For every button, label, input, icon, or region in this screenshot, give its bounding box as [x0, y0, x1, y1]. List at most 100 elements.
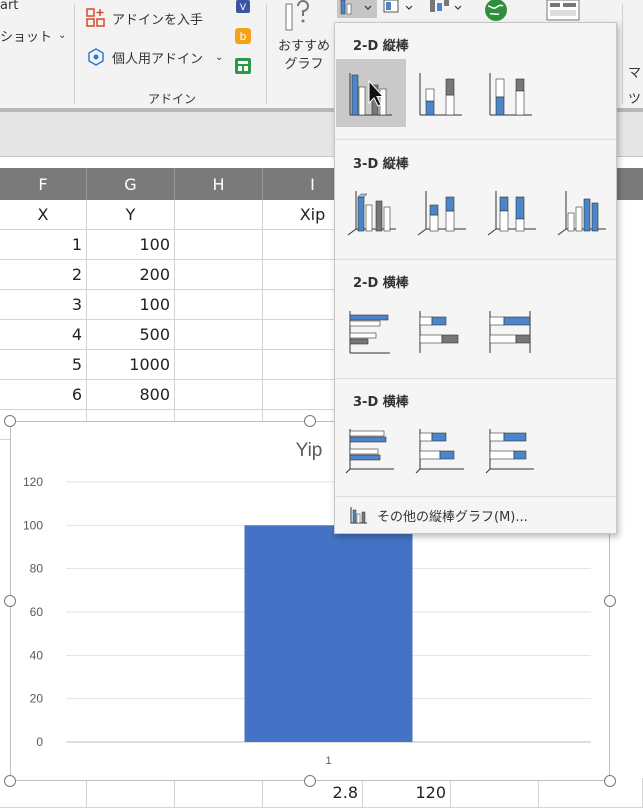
- resize-handle[interactable]: [4, 595, 16, 607]
- clustered-bar-icon: [349, 311, 390, 354]
- table-row[interactable]: 100: [87, 290, 175, 320]
- addins-group-label: アドイン: [148, 92, 197, 106]
- hierarchy-chart-button[interactable]: [382, 0, 418, 18]
- 100-stacked-column-option[interactable]: [476, 59, 546, 127]
- table-row[interactable]: [175, 350, 263, 380]
- clustered-column-icon: [349, 73, 392, 116]
- bing-icon[interactable]: b: [235, 28, 251, 44]
- table-row[interactable]: 1: [0, 230, 87, 260]
- get-addins-button[interactable]: アドインを入手: [86, 8, 203, 28]
- divider: [335, 378, 616, 379]
- table-row[interactable]: [175, 260, 263, 290]
- chevron-down-icon: ⌄: [58, 30, 67, 41]
- table-row[interactable]: [175, 778, 263, 808]
- table-row[interactable]: [451, 778, 539, 808]
- resize-handle[interactable]: [304, 415, 316, 427]
- chart-bar[interactable]: [244, 525, 413, 742]
- 3d-100-stacked-column-option[interactable]: [476, 177, 546, 245]
- table-row[interactable]: 5: [0, 350, 87, 380]
- y-tick-label: 0: [36, 735, 43, 749]
- divider: [335, 259, 616, 260]
- column-header-g[interactable]: G: [87, 168, 175, 200]
- people-graph-icon[interactable]: [235, 58, 251, 74]
- 3d-stacked-bar-option[interactable]: [406, 415, 476, 483]
- table-row[interactable]: 800: [87, 380, 175, 410]
- ribbon-separator: [622, 4, 623, 104]
- recommended-chart-icon: [285, 0, 309, 31]
- more-column-charts-label: その他の縦棒グラフ(M)...: [377, 509, 528, 525]
- table-row[interactable]: [175, 380, 263, 410]
- 3d-clustered-bar-option[interactable]: [336, 415, 406, 483]
- chevron-down-icon: ⌄: [215, 51, 224, 63]
- table-row[interactable]: 500: [87, 320, 175, 350]
- column-header-h[interactable]: H: [175, 168, 263, 200]
- column-chart-button[interactable]: [337, 0, 377, 18]
- my-addins-label: 個人用アドイン: [112, 51, 204, 67]
- y-tick-label: 120: [23, 475, 43, 489]
- 3d-clustered-bar-icon: [345, 429, 394, 474]
- table-row[interactable]: 120: [363, 778, 451, 808]
- resize-handle[interactable]: [4, 775, 16, 787]
- my-addins-button[interactable]: 個人用アドイン ⌄: [86, 47, 223, 67]
- section-2d-bar: 2-D 横棒: [353, 276, 409, 291]
- table-row[interactable]: [539, 778, 643, 808]
- resize-handle[interactable]: [4, 415, 16, 427]
- ribbon-partial-label: マ: [628, 66, 642, 81]
- hexagon-icon: [88, 48, 104, 66]
- table-row[interactable]: 100: [87, 230, 175, 260]
- screenshot-button[interactable]: ショット ⌄: [0, 26, 66, 45]
- x-tick-label: 1: [325, 755, 331, 767]
- cell-g-header[interactable]: Y: [87, 200, 175, 230]
- waterfall-chart-button[interactable]: [428, 0, 466, 18]
- 100-stacked-bar-option[interactable]: [476, 297, 546, 365]
- clustered-column-option[interactable]: [336, 59, 406, 127]
- stacked-column-option[interactable]: [406, 59, 476, 127]
- resize-handle[interactable]: [604, 595, 616, 607]
- 3d-column-option[interactable]: [546, 177, 616, 245]
- cell-h-header[interactable]: [175, 200, 263, 230]
- y-tick-label: 60: [30, 605, 44, 619]
- y-tick-label: 40: [30, 648, 44, 662]
- ribbon-partial-label: ツ: [628, 92, 642, 107]
- pivot-chart-icon[interactable]: [545, 0, 581, 22]
- table-row[interactable]: 200: [87, 260, 175, 290]
- more-column-charts-link[interactable]: その他の縦棒グラフ(M)...: [349, 505, 528, 525]
- table-row[interactable]: 1000: [87, 350, 175, 380]
- percent-stacked-bar-icon: [489, 311, 531, 353]
- table-row[interactable]: 4: [0, 320, 87, 350]
- y-tick-label: 80: [30, 562, 44, 576]
- 3d-clustered-column-option[interactable]: [336, 177, 406, 245]
- 3d-100-stacked-bar-option[interactable]: [476, 415, 546, 483]
- 3d-clustered-column-icon: [347, 191, 396, 236]
- table-row[interactable]: 2: [0, 260, 87, 290]
- recommended-charts-label-2: グラフ: [284, 57, 324, 72]
- clustered-bar-option[interactable]: [336, 297, 406, 365]
- y-tick-label: 100: [23, 518, 43, 532]
- table-row[interactable]: [175, 230, 263, 260]
- table-row[interactable]: [175, 290, 263, 320]
- column-chart-icon: [350, 507, 367, 524]
- section-3d-column: 3-D 縦棒: [353, 157, 409, 172]
- resize-handle[interactable]: [304, 775, 316, 787]
- chart-title[interactable]: Yip: [296, 440, 323, 461]
- resize-handle[interactable]: [604, 775, 616, 787]
- stacked-bar-option[interactable]: [406, 297, 476, 365]
- cell-f-header[interactable]: X: [0, 200, 87, 230]
- 3d-stacked-bar-icon: [415, 429, 464, 474]
- ribbon-separator: [266, 4, 267, 104]
- table-row[interactable]: 6: [0, 380, 87, 410]
- 3d-column-icon: [557, 191, 606, 236]
- table-row[interactable]: [87, 778, 175, 808]
- percent-stacked-column-icon: [489, 73, 532, 116]
- stacked-column-icon: [419, 73, 462, 116]
- svg-text:V: V: [240, 3, 247, 13]
- table-row[interactable]: [175, 320, 263, 350]
- visio-icon[interactable]: V: [235, 0, 251, 14]
- 3d-stacked-column-option[interactable]: [406, 177, 476, 245]
- recommended-charts-button[interactable]: おすすめ グラフ: [278, 38, 330, 74]
- map-chart-icon[interactable]: [482, 0, 510, 22]
- column-header-f[interactable]: F: [0, 168, 87, 200]
- table-row[interactable]: 3: [0, 290, 87, 320]
- store-icon: [86, 8, 105, 27]
- divider: [335, 139, 616, 140]
